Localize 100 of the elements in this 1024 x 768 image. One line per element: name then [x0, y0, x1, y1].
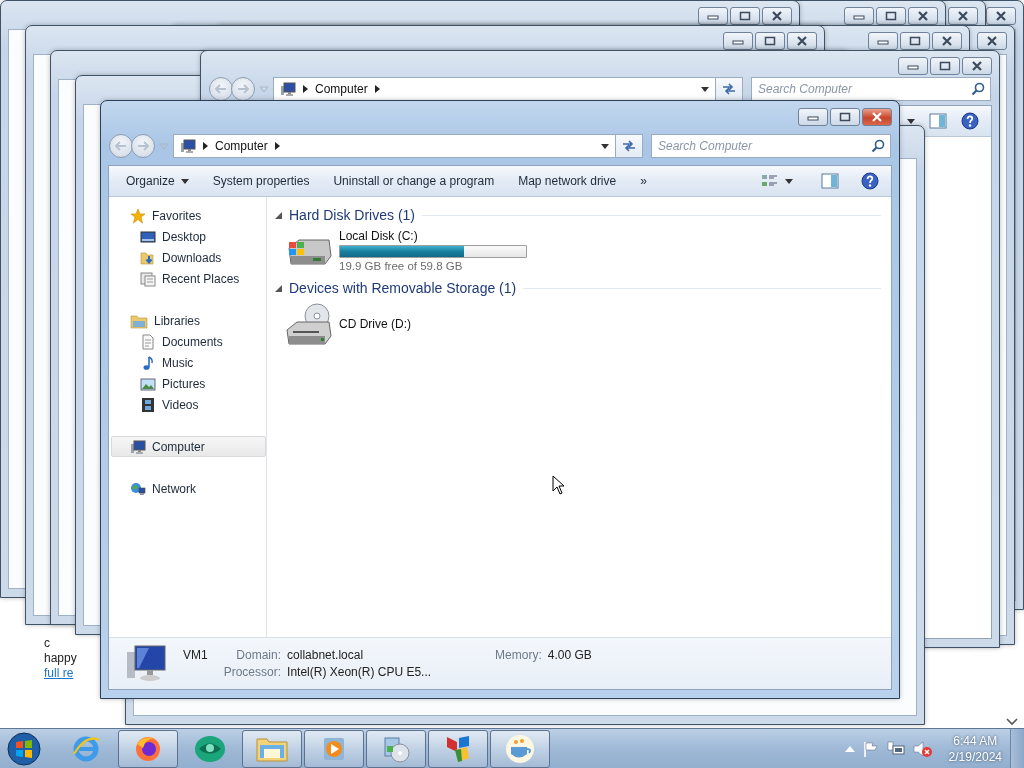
close-button[interactable]: [908, 7, 938, 25]
close-icon: [917, 11, 929, 21]
app-logo-icon: [193, 733, 227, 764]
taskbar-button[interactable]: [118, 729, 178, 768]
maximize-button[interactable]: [730, 7, 760, 25]
minimize-icon: [877, 37, 889, 45]
refresh-button[interactable]: [715, 77, 743, 101]
nav-item[interactable]: Computer: [111, 436, 266, 457]
free-space-text: 19.9 GB free of 59.8 GB: [339, 260, 464, 272]
minimize-button[interactable]: [844, 7, 874, 25]
close-button[interactable]: [862, 108, 892, 126]
nav-label: Downloads: [162, 250, 222, 265]
computer-icon: [280, 81, 296, 97]
back-button[interactable]: [209, 77, 233, 101]
taskbar-button[interactable]: [304, 729, 364, 768]
nav-label: Network: [152, 481, 196, 496]
close-icon: [796, 36, 808, 46]
libraries-folder-icon: [130, 312, 148, 329]
group-header: Hard Disk Drives (1): [289, 207, 415, 223]
close-button[interactable]: [986, 7, 1016, 25]
maximize-icon: [909, 36, 921, 46]
nav-item[interactable]: Music: [111, 352, 266, 373]
search-field[interactable]: Search Computer: [751, 77, 991, 101]
help-icon: [861, 172, 879, 190]
network-button[interactable]: [886, 740, 905, 757]
taskbar-button[interactable]: [242, 729, 302, 768]
refresh-button[interactable]: [615, 134, 643, 158]
close-icon: [995, 11, 1007, 21]
nav-item[interactable]: Videos: [111, 394, 266, 415]
forward-arrow-icon: [237, 84, 249, 94]
toolbar-button[interactable]: Organize: [117, 170, 198, 192]
close-icon: [871, 112, 883, 122]
maximize-icon: [839, 112, 851, 122]
close-button[interactable]: [977, 32, 1007, 50]
nav-label: Videos: [162, 397, 199, 412]
minimize-button[interactable]: [698, 7, 728, 25]
maximize-icon: [885, 11, 897, 21]
taskbar-button[interactable]: [490, 729, 550, 768]
breadcrumb-item[interactable]: Computer: [315, 82, 368, 96]
toolbar-button[interactable]: System properties: [203, 170, 319, 192]
volume-muted-icon[interactable]: [912, 739, 933, 758]
maximize-button[interactable]: [900, 32, 930, 50]
close-button[interactable]: [962, 57, 992, 75]
minimize-icon: [732, 37, 744, 45]
minimize-button[interactable]: [723, 32, 753, 50]
minimize-button[interactable]: [868, 32, 898, 50]
close-button[interactable]: [787, 32, 817, 50]
toolbar-button[interactable]: Map network drive: [509, 170, 626, 192]
nav-item[interactable]: Libraries: [111, 310, 266, 331]
nav-item[interactable]: Downloads: [111, 247, 266, 268]
maximize-button[interactable]: [876, 7, 906, 25]
toolbar-button[interactable]: »: [631, 170, 656, 192]
nav-item[interactable]: Pictures: [111, 373, 266, 394]
breadcrumb-item[interactable]: Computer: [215, 139, 268, 153]
collapse-icon[interactable]: [275, 284, 282, 292]
nav-label: Desktop: [162, 229, 207, 244]
maximize-icon: [739, 11, 751, 21]
computer-icon: [130, 438, 146, 455]
maximize-button[interactable]: [930, 57, 960, 75]
search-field[interactable]: Search Computer: [651, 134, 891, 158]
close-icon: [957, 11, 969, 21]
film-icon: [140, 396, 156, 413]
toolbar-button[interactable]: Uninstall or change a program: [324, 170, 504, 192]
collapse-icon[interactable]: [275, 211, 282, 219]
computer-icon: [180, 138, 196, 154]
minimize-button[interactable]: [798, 108, 828, 126]
minimize-button[interactable]: [898, 57, 928, 75]
nav-item[interactable]: Favorites: [111, 205, 266, 226]
scroll-down-icon[interactable]: [1006, 718, 1018, 726]
field-value: 4.00 GB: [547, 648, 592, 662]
close-button[interactable]: [932, 32, 962, 50]
nav-item[interactable]: Network: [111, 478, 266, 499]
page-link[interactable]: full re: [44, 666, 74, 680]
field-label: Processor:: [223, 665, 282, 679]
maximize-button[interactable]: [755, 32, 785, 50]
drive-name[interactable]: CD Drive (D:): [339, 317, 411, 331]
computer-icon: [125, 643, 169, 684]
close-button[interactable]: [762, 7, 792, 25]
forward-button[interactable]: [231, 77, 255, 101]
tea-cup-icon: [505, 733, 535, 764]
refresh-icon: [622, 140, 636, 152]
folder-download-icon: [140, 249, 156, 266]
nav-item[interactable]: Recent Places: [111, 268, 266, 289]
nav-label: Pictures: [162, 376, 206, 391]
nav-item[interactable]: Desktop: [111, 226, 266, 247]
music-note-icon: [140, 354, 156, 371]
minimize-icon: [853, 12, 865, 20]
pictures-icon: [140, 375, 156, 392]
refresh-icon: [722, 83, 736, 95]
nav-label: Favorites: [152, 208, 202, 223]
maximize-button[interactable]: [830, 108, 860, 126]
drive-name[interactable]: Local Disk (C:): [339, 229, 527, 243]
close-button[interactable]: [948, 7, 978, 25]
address-bar[interactable]: Computer: [173, 134, 616, 158]
nav-item[interactable]: Documents: [111, 331, 266, 352]
address-bar[interactable]: Computer: [273, 77, 716, 101]
action-center-button[interactable]: [862, 740, 879, 757]
taskbar-button[interactable]: [428, 729, 488, 768]
breadcrumb-arrow-icon: [203, 142, 208, 150]
taskbar-button[interactable]: [366, 729, 426, 768]
